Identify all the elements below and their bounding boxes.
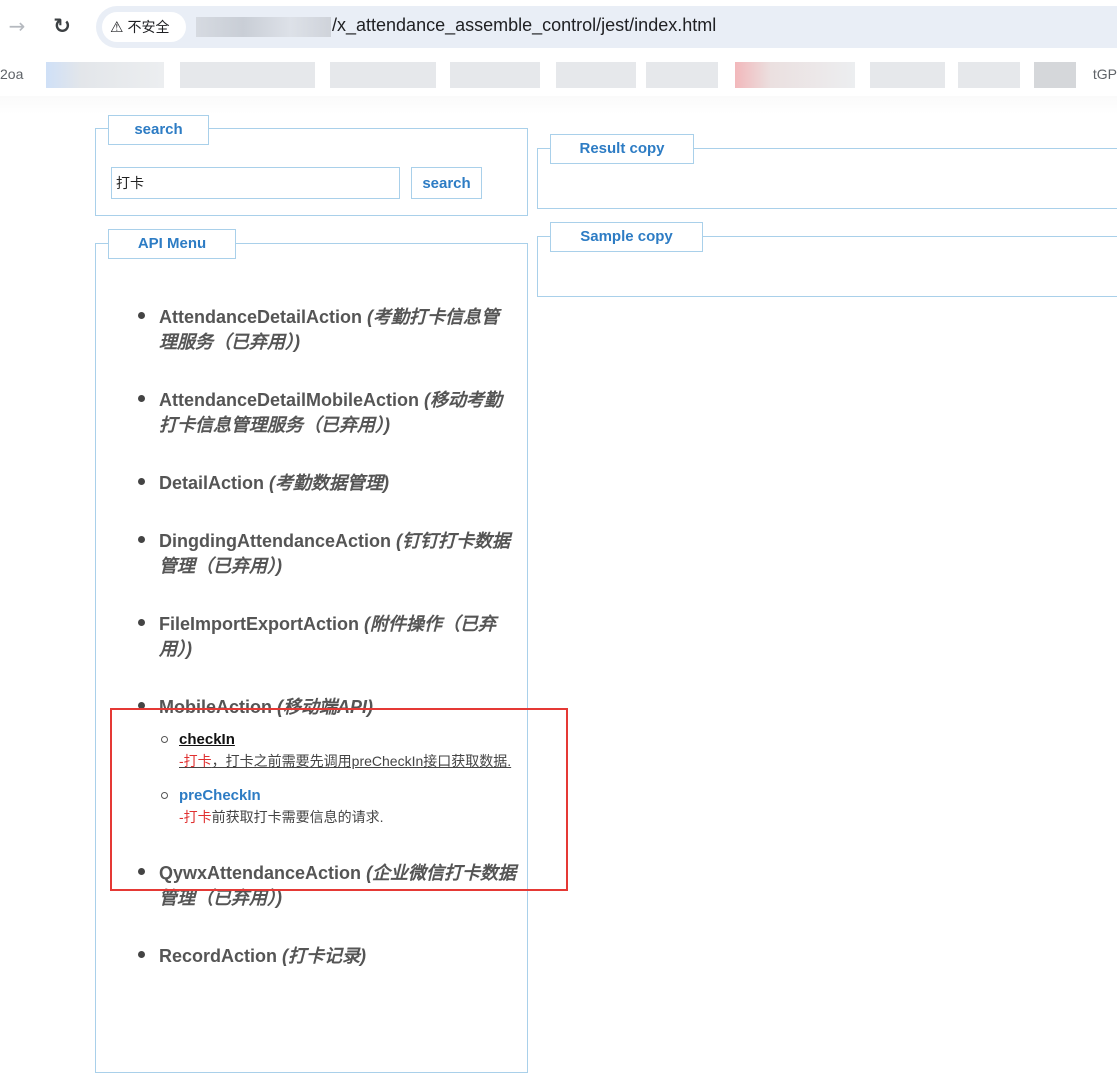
sample-panel-legend: Sample copy <box>550 222 703 252</box>
api-menu-item[interactable]: FileImportExportAction (附件操作（已弃用）) <box>97 612 525 662</box>
content-divider <box>0 96 1117 114</box>
search-highlight: -打卡 <box>179 753 212 769</box>
bullet-icon <box>138 478 145 485</box>
bookmarks-bar: 2oa tGP <box>0 54 1117 96</box>
bullet-icon <box>138 951 145 958</box>
api-action-name: MobileAction <box>159 697 272 717</box>
search-panel-legend: search <box>108 115 209 145</box>
search-button[interactable]: search <box>411 167 482 199</box>
api-action-desc: (考勤数据管理) <box>269 473 390 493</box>
url-host-redacted <box>196 17 331 37</box>
api-menu-item-title[interactable]: QywxAttendanceAction (企业微信打卡数据管理（已弃用）) <box>159 861 517 911</box>
bullet-icon <box>138 395 145 402</box>
bookmark-item-redacted[interactable] <box>735 62 855 88</box>
api-method-desc-text: 前获取打卡需要信息的请求. <box>211 809 384 825</box>
api-menu-item-title[interactable]: MobileAction (移动端API) <box>159 695 517 720</box>
api-method-desc: -打卡前获取打卡需要信息的请求. <box>179 806 517 828</box>
bookmark-item-redacted[interactable] <box>1034 62 1076 88</box>
bookmark-item[interactable]: 2oa <box>0 66 23 82</box>
api-menu-item[interactable]: RecordAction (打卡记录) <box>97 944 525 969</box>
search-highlight: -打卡 <box>179 809 212 825</box>
bookmark-item-redacted[interactable] <box>556 62 636 88</box>
api-action-name: AttendanceDetailMobileAction <box>159 390 420 410</box>
bookmark-item-redacted[interactable] <box>450 62 540 88</box>
warning-triangle-icon: ⚠ <box>110 18 124 36</box>
api-method-desc-text: ，打卡之前需要先调用preCheckIn接口获取数据. <box>211 753 512 769</box>
bullet-icon <box>138 619 145 626</box>
bookmark-item-redacted[interactable] <box>180 62 315 88</box>
bookmark-item-redacted[interactable] <box>46 62 164 88</box>
api-method-item[interactable]: checkIn -打卡，打卡之前需要先调用preCheckIn接口获取数据. <box>159 730 517 772</box>
api-action-name: QywxAttendanceAction <box>159 863 362 883</box>
api-menu-item-title[interactable]: FileImportExportAction (附件操作（已弃用）) <box>159 612 517 662</box>
api-menu-item-title[interactable]: AttendanceDetailMobileAction (移动考勤打卡信息管理… <box>159 388 517 438</box>
api-action-desc: (移动端API) <box>277 697 374 717</box>
result-panel-legend: Result copy <box>550 134 694 164</box>
api-action-name: RecordAction <box>159 946 278 966</box>
api-menu-item-title[interactable]: AttendanceDetailAction (考勤打卡信息管理服务（已弃用）) <box>159 305 517 355</box>
api-method-link[interactable]: preCheckIn <box>179 786 517 806</box>
bullet-icon <box>138 536 145 543</box>
bullet-icon <box>138 702 145 709</box>
security-chip[interactable]: ⚠ 不安全 <box>102 12 186 42</box>
bookmark-item[interactable]: tGP <box>1093 66 1117 82</box>
security-label: 不安全 <box>127 19 170 35</box>
api-menu-item-title[interactable]: DetailAction (考勤数据管理) <box>159 471 517 496</box>
api-menu-item-title[interactable]: RecordAction (打卡记录) <box>159 944 517 969</box>
api-menu-list: AttendanceDetailAction (考勤打卡信息管理服务（已弃用）)… <box>97 305 525 1002</box>
bookmark-item-redacted[interactable] <box>330 62 436 88</box>
api-action-name: DetailAction <box>159 473 265 493</box>
api-action-name: DingdingAttendanceAction <box>159 531 391 551</box>
reload-icon[interactable]: ↻ <box>51 14 73 38</box>
api-method-item[interactable]: preCheckIn -打卡前获取打卡需要信息的请求. <box>159 786 517 828</box>
bullet-icon <box>138 868 145 875</box>
url-path[interactable]: /x_attendance_assemble_control/jest/inde… <box>332 15 716 36</box>
api-menu-item-expanded[interactable]: MobileAction (移动端API) checkIn -打卡，打卡之前需要… <box>97 695 525 828</box>
api-menu-item[interactable]: DetailAction (考勤数据管理) <box>97 471 525 496</box>
api-menu-item[interactable]: QywxAttendanceAction (企业微信打卡数据管理（已弃用）) <box>97 861 525 911</box>
circle-bullet-icon <box>161 736 168 743</box>
bookmark-item-redacted[interactable] <box>870 62 945 88</box>
api-menu-item[interactable]: DingdingAttendanceAction (钉钉打卡数据管理（已弃用）) <box>97 529 525 579</box>
api-method-desc: -打卡，打卡之前需要先调用preCheckIn接口获取数据. <box>179 750 517 772</box>
circle-bullet-icon <box>161 792 168 799</box>
bookmark-item-redacted[interactable] <box>958 62 1020 88</box>
bullet-icon <box>138 312 145 319</box>
back-arrow-icon[interactable]: → <box>6 14 28 38</box>
api-menu-legend: API Menu <box>108 229 236 259</box>
search-input[interactable] <box>111 167 400 199</box>
bookmark-item-redacted[interactable] <box>646 62 718 88</box>
api-menu-item[interactable]: AttendanceDetailMobileAction (移动考勤打卡信息管理… <box>97 388 525 438</box>
api-menu-item[interactable]: AttendanceDetailAction (考勤打卡信息管理服务（已弃用）) <box>97 305 525 355</box>
api-method-link[interactable]: checkIn <box>179 730 517 750</box>
api-method-list: checkIn -打卡，打卡之前需要先调用preCheckIn接口获取数据. p… <box>159 730 517 828</box>
browser-toolbar: → ↻ ⚠ 不安全 /x_attendance_assemble_control… <box>0 0 1117 54</box>
api-action-desc: (打卡记录) <box>282 946 367 966</box>
api-action-name: AttendanceDetailAction <box>159 307 363 327</box>
api-menu-item-title[interactable]: DingdingAttendanceAction (钉钉打卡数据管理（已弃用）) <box>159 529 517 579</box>
address-bar[interactable]: ⚠ 不安全 /x_attendance_assemble_control/jes… <box>96 6 1117 48</box>
api-action-name: FileImportExportAction <box>159 614 360 634</box>
